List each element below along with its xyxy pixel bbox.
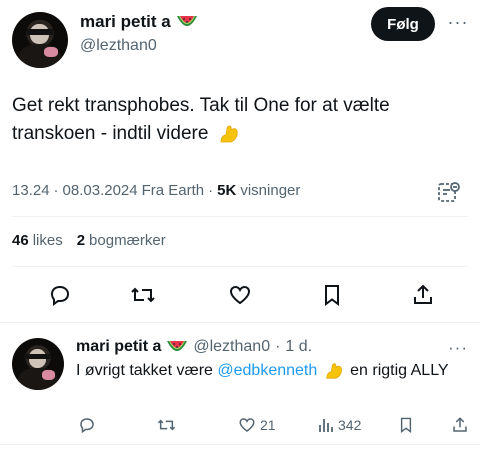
avatar-detail xyxy=(42,370,55,380)
retweet-icon xyxy=(131,287,155,303)
reply-retweet-button[interactable] xyxy=(157,414,176,436)
retweet-button[interactable] xyxy=(128,280,158,310)
reply-icon xyxy=(50,285,70,306)
like-button[interactable] xyxy=(225,280,255,310)
likes-count: 46 xyxy=(12,232,29,249)
follow-button[interactable]: Følg xyxy=(371,7,435,41)
reply-text: I øvrigt takket være @edbkenneth en rigt… xyxy=(76,360,468,381)
tweet-time[interactable]: 13.24 xyxy=(12,182,50,199)
heart-icon xyxy=(229,285,251,305)
reply-age[interactable]: 1 d. xyxy=(285,338,312,356)
divider xyxy=(0,444,480,445)
tweet-location: Fra Earth xyxy=(141,182,205,199)
reply-header: mari petit a @lezthan0 · 1 d. xyxy=(76,338,312,356)
analytics-icon[interactable] xyxy=(436,180,462,206)
reply-share-button[interactable] xyxy=(451,414,469,436)
reply-text-before: I øvrigt takket være xyxy=(76,362,218,379)
divider xyxy=(12,216,468,217)
likes-stat[interactable]: 46 likes xyxy=(12,232,63,249)
reply-more-options-icon[interactable]: ··· xyxy=(446,338,470,358)
share-icon xyxy=(414,284,432,304)
bookmarks-label: bogmærker xyxy=(89,232,166,249)
reply-text-after: en rigtig ALLY xyxy=(345,362,449,379)
bookmark-button[interactable] xyxy=(317,280,347,310)
reply-action-bar: 21 342 xyxy=(0,414,480,436)
reply-like-button[interactable]: 21 xyxy=(238,414,276,436)
tweet-meta: 13.24 · 08.03.2024 Fra Earth · 5K visnin… xyxy=(12,182,300,199)
reply-mention-link[interactable]: @edbkenneth xyxy=(217,362,317,379)
reply-button[interactable] xyxy=(45,280,75,310)
avatar-detail xyxy=(44,46,58,57)
reply-author-name[interactable]: mari petit a xyxy=(76,338,161,356)
retweet-icon xyxy=(157,419,176,431)
tweet-text: Get rekt transphobes. Tak til One for at… xyxy=(12,92,468,148)
more-options-icon[interactable]: ··· xyxy=(446,10,470,34)
share-button[interactable] xyxy=(408,280,438,310)
reply-reply-button[interactable] xyxy=(78,414,96,436)
reply-bookmark-button[interactable] xyxy=(398,414,414,436)
reply-avatar[interactable] xyxy=(12,338,64,390)
tweet-stats: 46 likes 2 bogmærker xyxy=(12,232,166,249)
meta-separator: · xyxy=(275,338,281,355)
reply-views-button[interactable]: 342 xyxy=(318,414,361,436)
avatar-censor-bar xyxy=(26,28,54,35)
watermelon-icon xyxy=(167,341,188,351)
bookmarks-stat[interactable]: 2 bogmærker xyxy=(77,232,166,249)
heart-icon xyxy=(239,418,255,432)
views-label: visninger xyxy=(240,182,301,199)
meta-separator: · xyxy=(53,182,59,199)
reply-views-count: 342 xyxy=(338,417,362,433)
avatar[interactable] xyxy=(12,12,68,68)
flexed-biceps-icon xyxy=(220,125,238,143)
reply-likes-count: 21 xyxy=(260,417,276,433)
tweet-action-bar xyxy=(0,280,480,312)
reply-icon xyxy=(80,418,94,434)
bookmarks-count: 2 xyxy=(76,232,86,249)
author-display-name[interactable]: mari petit a xyxy=(80,12,198,32)
divider xyxy=(0,322,480,323)
reply-author-handle[interactable]: @lezthan0 xyxy=(193,338,270,356)
tweet-date[interactable]: 08.03.2024 xyxy=(63,182,138,199)
bookmark-icon xyxy=(325,285,339,306)
watermelon-icon xyxy=(176,16,197,26)
bookmark-icon xyxy=(400,417,412,433)
author-name-text: mari petit a xyxy=(80,12,171,31)
likes-label: likes xyxy=(32,232,63,249)
avatar-censor-bar xyxy=(25,353,51,360)
share-icon xyxy=(453,417,467,432)
tweet-text-content: Get rekt transphobes. Tak til One for at… xyxy=(12,95,390,144)
author-handle[interactable]: @lezthan0 xyxy=(80,37,157,55)
flexed-biceps-icon xyxy=(326,363,342,379)
divider xyxy=(12,266,468,267)
meta-separator: · xyxy=(208,182,214,199)
views-chart-icon xyxy=(319,419,333,432)
views-count: 5K xyxy=(217,182,237,199)
